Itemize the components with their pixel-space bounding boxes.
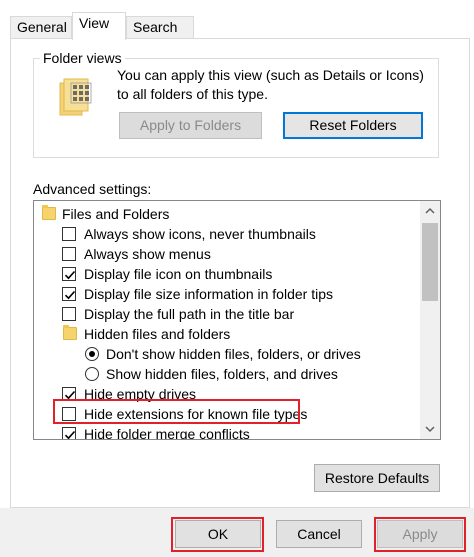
tree-scrollbar[interactable] xyxy=(420,201,440,439)
tree-item-label: Display the full path in the title bar xyxy=(84,306,295,322)
tree-item-label: Display file size information in folder … xyxy=(84,286,333,302)
highlight-apply xyxy=(374,517,466,552)
advanced-settings-label: Advanced settings: xyxy=(33,181,152,197)
folder-views-description: You can apply this view (such as Details… xyxy=(117,67,424,102)
checkbox[interactable] xyxy=(62,247,76,261)
apply-to-folders-button[interactable]: Apply to Folders xyxy=(119,112,262,139)
checkbox[interactable] xyxy=(62,307,76,321)
tab-general[interactable]: General xyxy=(10,16,72,39)
tree-item-label: Always show icons, never thumbnails xyxy=(84,226,316,242)
tree-item-label: Hide folder merge conflicts xyxy=(84,426,250,440)
highlight-ok xyxy=(171,517,264,552)
reset-folders-button[interactable]: Reset Folders xyxy=(283,112,423,139)
folder-views-title: Folder views xyxy=(40,50,125,66)
scroll-up-icon[interactable] xyxy=(420,201,440,221)
tree-item-label: Hidden files and folders xyxy=(84,326,231,342)
checkbox[interactable] xyxy=(62,227,76,241)
checkbox-checked[interactable] xyxy=(62,287,76,301)
highlight-hide-extensions xyxy=(53,399,300,424)
tab-view[interactable]: View xyxy=(72,12,126,40)
scroll-thumb[interactable] xyxy=(422,223,438,301)
cancel-button[interactable]: Cancel xyxy=(276,520,362,548)
tree-item-label: Files and Folders xyxy=(62,206,170,222)
radio[interactable] xyxy=(85,367,99,381)
tree-item-label: Don't show hidden files, folders, or dri… xyxy=(106,346,361,362)
tree-item-label: Always show menus xyxy=(84,246,211,262)
tree-item-label: Show hidden files, folders, and drives xyxy=(106,366,338,382)
scroll-down-icon[interactable] xyxy=(420,419,440,439)
folder-views-icon xyxy=(58,75,98,117)
tree-item-label: Display file icon on thumbnails xyxy=(84,266,273,282)
folder-icon xyxy=(63,325,77,340)
radio-selected[interactable] xyxy=(85,347,99,361)
checkbox-checked[interactable] xyxy=(62,267,76,281)
tab-search[interactable]: Search xyxy=(126,16,194,39)
restore-defaults-button[interactable]: Restore Defaults xyxy=(314,464,440,492)
checkbox-checked[interactable] xyxy=(62,427,76,439)
folder-icon xyxy=(42,205,56,220)
